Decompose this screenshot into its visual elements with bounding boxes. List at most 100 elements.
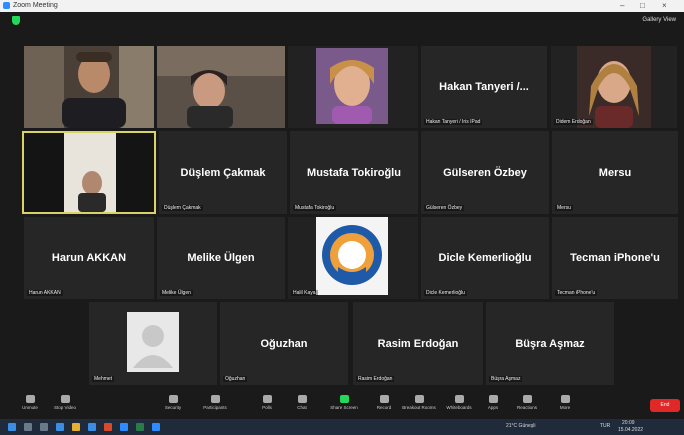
participant-tile[interactable]: Halil Kaya: [288, 217, 418, 299]
participant-name: Tecman iPhone'u: [570, 252, 660, 264]
mail-icon[interactable]: [88, 423, 96, 431]
participant-name: Mustafa Tokiroğlu: [307, 166, 401, 179]
weather-widget[interactable]: 21°C Güneşli: [506, 423, 536, 429]
participant-name: Melike Ülgen: [187, 252, 255, 264]
participant-video: [577, 46, 651, 128]
participant-tile[interactable]: Büşra Aşmaz Büşra Aşmaz: [486, 302, 614, 385]
stop-video-button[interactable]: Stop Video: [50, 395, 80, 410]
microphone-icon: [25, 395, 35, 403]
meeting-toolbar: Unmute Stop Video Security Participants …: [0, 392, 684, 419]
participant-tile[interactable]: Harun AKKAN Harun AKKAN: [24, 217, 154, 299]
record-icon: [379, 395, 389, 403]
breakout-rooms-icon: [414, 395, 424, 403]
participant-tile[interactable]: Mustafa Tokiroğlu Mustafa Tokiroğlu: [290, 131, 418, 214]
participants-button[interactable]: Participants: [200, 395, 230, 410]
participant-label: Oğuzhan: [223, 376, 248, 382]
clock-date[interactable]: 15.04.2022: [618, 427, 643, 433]
whiteboard-icon: [454, 395, 464, 403]
close-icon[interactable]: ×: [662, 1, 667, 10]
participant-label: Hakan Tanyeri / Iris IPad: [424, 119, 483, 125]
share-screen-button[interactable]: Share Screen: [325, 395, 363, 410]
participant-tile[interactable]: Mersu Mersu: [552, 131, 678, 214]
minimize-icon[interactable]: –: [620, 1, 624, 10]
polls-icon: [262, 395, 272, 403]
app-icon[interactable]: [152, 423, 160, 431]
participant-name: Harun AKKAN: [51, 252, 127, 264]
task-view-icon[interactable]: [40, 423, 48, 431]
view-button[interactable]: Gallery View: [642, 17, 676, 23]
participant-name: Mersu: [598, 166, 632, 179]
zoom-app-icon: [3, 2, 10, 9]
more-dots-icon: [560, 395, 570, 403]
participant-tile[interactable]: Gülseren Özbey Gülseren Özbey: [421, 131, 549, 214]
participant-tile[interactable]: Tecman iPhone'u Tecman iPhone'u: [552, 217, 678, 299]
clock-time[interactable]: 20:09: [622, 420, 635, 426]
participant-tile[interactable]: [157, 46, 285, 128]
participant-video: [24, 133, 154, 212]
participant-tile[interactable]: Dicle Kemerlioğlu Dicle Kemerlioğlu: [421, 217, 549, 299]
participant-tile[interactable]: Didem Erdoğan: [551, 46, 677, 128]
windows-start-icon[interactable]: [8, 423, 16, 431]
record-button[interactable]: Record: [369, 395, 399, 410]
participant-tile[interactable]: Melike Ülgen Melike Ülgen: [157, 217, 285, 299]
office-icon[interactable]: [104, 423, 112, 431]
participant-label: Tecman iPhone'u: [555, 290, 598, 296]
participant-tile[interactable]: [24, 46, 154, 128]
participant-tile-active-speaker[interactable]: [22, 131, 156, 214]
participant-name: Dicle Kemerlioğlu: [438, 252, 532, 264]
participant-tile[interactable]: Düşlem Çakmak Düşlem Çakmak: [159, 131, 287, 214]
edge-browser-icon[interactable]: [56, 423, 64, 431]
participant-name: Hakan Tanyeri /...: [439, 81, 529, 93]
end-meeting-button[interactable]: End: [650, 399, 680, 412]
gallery-grid: Hakan Tanyeri /... Hakan Tanyeri / Iris …: [0, 32, 684, 392]
security-shield-icon: [168, 395, 178, 403]
participant-tile[interactable]: [288, 46, 418, 128]
participant-tile[interactable]: Hakan Tanyeri /... Hakan Tanyeri / Iris …: [421, 46, 547, 128]
apps-icon: [488, 395, 498, 403]
language-indicator[interactable]: TUR: [600, 423, 610, 429]
video-camera-icon: [60, 395, 70, 403]
participant-label: Mustafa Tokiroğlu: [293, 205, 337, 211]
zoom-taskbar-icon[interactable]: [120, 423, 128, 431]
apps-button[interactable]: Apps: [478, 395, 508, 410]
school-logo-image: [316, 217, 388, 295]
security-button[interactable]: Security: [158, 395, 188, 410]
participant-video: [316, 48, 388, 124]
participant-name: Düşlem Çakmak: [180, 166, 266, 179]
whiteboards-button[interactable]: Whiteboards: [442, 395, 476, 410]
participant-label: Düşlem Çakmak: [162, 205, 203, 211]
participant-tile[interactable]: Oğuzhan Oğuzhan: [220, 302, 348, 385]
participant-tile[interactable]: Mehmet: [89, 302, 217, 385]
chat-button[interactable]: Chat: [287, 395, 317, 410]
default-avatar-image: [127, 312, 179, 372]
participant-tile[interactable]: Rasim Erdoğan Rasim Erdoğan: [353, 302, 483, 385]
unmute-button[interactable]: Unmute: [15, 395, 45, 410]
participant-label: Rasim Erdoğan: [356, 376, 395, 382]
participants-icon: [210, 395, 220, 403]
encryption-shield-icon[interactable]: [12, 16, 20, 25]
reactions-icon: [522, 395, 532, 403]
file-explorer-icon[interactable]: [72, 423, 80, 431]
excel-icon[interactable]: [136, 423, 144, 431]
participant-label: Büşra Aşmaz: [489, 376, 523, 382]
participant-name: Rasim Erdoğan: [377, 337, 459, 350]
window-title: Zoom Meeting: [13, 2, 58, 9]
windows-taskbar: 21°C Güneşli TUR 20:09 15.04.2022: [0, 419, 684, 435]
participant-label: Dicle Kemerlioğlu: [424, 290, 467, 296]
reactions-button[interactable]: Reactions: [512, 395, 542, 410]
participant-name: Gülseren Özbey: [443, 166, 527, 179]
polls-button[interactable]: Polls: [252, 395, 282, 410]
participant-label: Halil Kaya: [291, 290, 318, 296]
share-screen-icon: [339, 395, 349, 403]
participant-label: Melike Ülgen: [160, 290, 193, 296]
breakout-rooms-button[interactable]: Breakout Rooms: [402, 395, 436, 410]
participant-name: Oğuzhan: [260, 337, 308, 350]
window-titlebar: Zoom Meeting – □ ×: [0, 0, 684, 12]
maximize-icon[interactable]: □: [640, 1, 645, 10]
search-icon[interactable]: [24, 423, 32, 431]
more-button[interactable]: More: [550, 395, 580, 410]
participant-video: [157, 46, 285, 128]
participant-label: Mehmet: [92, 376, 115, 382]
meeting-topbar: [0, 12, 684, 32]
participant-label: Harun AKKAN: [27, 290, 63, 296]
